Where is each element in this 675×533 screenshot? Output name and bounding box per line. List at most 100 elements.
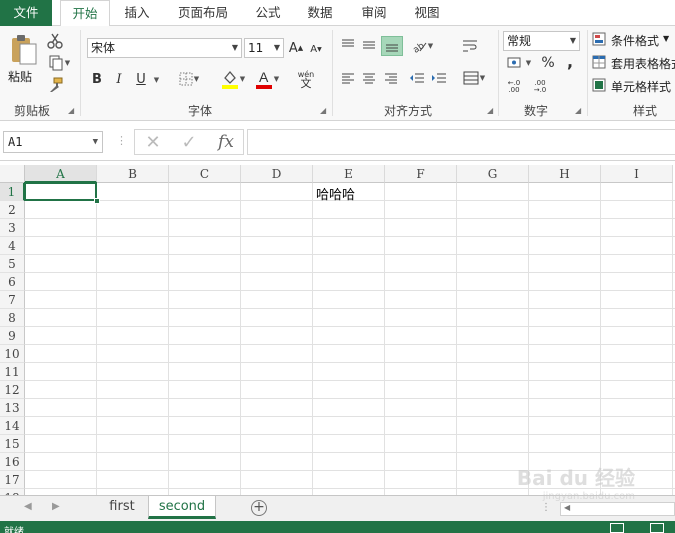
- formula-input[interactable]: [247, 129, 675, 155]
- horizontal-scrollbar[interactable]: ◀: [560, 502, 675, 516]
- align-right-icon[interactable]: [383, 71, 399, 85]
- previous-sheet-icon[interactable]: ◀: [24, 501, 32, 512]
- cell-styles-icon[interactable]: [592, 78, 606, 92]
- row-header-15[interactable]: 15: [0, 435, 25, 453]
- underline-button[interactable]: U: [133, 70, 149, 88]
- row-header-8[interactable]: 8: [0, 309, 25, 327]
- cell-styles-button[interactable]: 单元格样式: [611, 78, 675, 95]
- phonetic-guide-icon[interactable]: wén 文: [294, 68, 318, 90]
- column-header-d[interactable]: D: [241, 165, 313, 183]
- merge-center-icon[interactable]: ▼: [459, 69, 489, 87]
- wrap-text-icon[interactable]: [461, 36, 479, 56]
- column-header-g[interactable]: G: [457, 165, 529, 183]
- normal-view-icon[interactable]: [610, 523, 624, 533]
- spreadsheet-grid[interactable]: ABCDEFGHI123456789101112131415161718哈哈哈: [0, 161, 675, 495]
- tab-file[interactable]: 文件: [0, 0, 52, 26]
- column-header-e[interactable]: E: [313, 165, 385, 183]
- tab-data[interactable]: 数据: [298, 0, 342, 26]
- scroll-left-icon[interactable]: ◀: [564, 503, 570, 512]
- align-bottom-icon[interactable]: [381, 36, 403, 56]
- italic-button[interactable]: I: [111, 70, 127, 88]
- add-sheet-icon[interactable]: +: [251, 500, 267, 516]
- align-middle-icon[interactable]: [361, 38, 377, 52]
- column-header-b[interactable]: B: [97, 165, 169, 183]
- row-header-11[interactable]: 11: [0, 363, 25, 381]
- row-header-3[interactable]: 3: [0, 219, 25, 237]
- insert-function-button[interactable]: fx: [215, 132, 237, 152]
- page-layout-view-icon[interactable]: [650, 523, 664, 533]
- font-launcher-icon[interactable]: ◢: [320, 106, 326, 115]
- number-format-select[interactable]: 常规 ▼: [503, 31, 580, 51]
- cancel-icon[interactable]: ✕: [143, 132, 163, 153]
- percent-style-button[interactable]: %: [540, 54, 556, 72]
- row-header-17[interactable]: 17: [0, 471, 25, 489]
- row-header-12[interactable]: 12: [0, 381, 25, 399]
- select-all-corner[interactable]: [0, 165, 25, 183]
- format-as-table-icon[interactable]: [592, 55, 606, 69]
- row-header-9[interactable]: 9: [0, 327, 25, 345]
- fill-color-icon[interactable]: ▼: [218, 68, 248, 90]
- conditional-formatting-icon[interactable]: [592, 32, 606, 46]
- increase-indent-icon[interactable]: [430, 71, 448, 85]
- row-header-2[interactable]: 2: [0, 201, 25, 219]
- row-header-16[interactable]: 16: [0, 453, 25, 471]
- bold-button[interactable]: B: [89, 70, 105, 88]
- sheet-tab-first[interactable]: first: [98, 496, 146, 519]
- name-box[interactable]: A1 ▼: [3, 131, 103, 153]
- align-left-icon[interactable]: [340, 71, 356, 85]
- row-header-1[interactable]: 1: [0, 183, 25, 201]
- column-header-c[interactable]: C: [169, 165, 241, 183]
- font-color-icon[interactable]: A ▼: [252, 68, 282, 90]
- decrease-indent-icon[interactable]: [408, 71, 426, 85]
- borders-icon[interactable]: ▼: [174, 70, 204, 88]
- column-header-a[interactable]: A: [25, 165, 97, 183]
- more-options-icon[interactable]: ⋮: [541, 502, 551, 513]
- row-header-4[interactable]: 4: [0, 237, 25, 255]
- format-painter-icon[interactable]: [46, 76, 64, 94]
- row-header-7[interactable]: 7: [0, 291, 25, 309]
- row-header-5[interactable]: 5: [0, 255, 25, 273]
- tab-insert[interactable]: 插入: [114, 0, 160, 26]
- cell-e1[interactable]: 哈哈哈: [316, 184, 355, 203]
- format-as-table-button[interactable]: 套用表格格式: [611, 55, 675, 72]
- chevron-down-icon[interactable]: ▼: [150, 72, 162, 88]
- font-size-select[interactable]: 11 ▼: [244, 38, 284, 58]
- align-top-icon[interactable]: [340, 38, 356, 52]
- tab-view[interactable]: 视图: [404, 0, 450, 26]
- row-header-14[interactable]: 14: [0, 417, 25, 435]
- fill-handle[interactable]: [94, 198, 100, 204]
- copy-icon[interactable]: ▼: [44, 54, 74, 72]
- active-cell-a1[interactable]: [24, 182, 97, 201]
- column-header-i[interactable]: I: [601, 165, 673, 183]
- chevron-down-icon[interactable]: ▼: [663, 34, 669, 43]
- paste-icon[interactable]: [6, 32, 40, 68]
- conditional-formatting-button[interactable]: 条件格式: [611, 32, 659, 49]
- alignment-launcher-icon[interactable]: ◢: [487, 106, 493, 115]
- increase-decimal-icon[interactable]: ←.0.00: [504, 78, 524, 96]
- column-header-f[interactable]: F: [385, 165, 457, 183]
- tab-page-layout[interactable]: 页面布局: [168, 0, 238, 26]
- row-header-13[interactable]: 13: [0, 399, 25, 417]
- paste-button-label[interactable]: 粘贴: [8, 68, 32, 85]
- clipboard-launcher-icon[interactable]: ◢: [68, 106, 74, 115]
- column-header-h[interactable]: H: [529, 165, 601, 183]
- comma-style-button[interactable]: ,: [564, 52, 576, 71]
- font-name-select[interactable]: 宋体 ▼: [87, 38, 242, 58]
- sheet-tab-second[interactable]: second: [148, 496, 216, 519]
- more-options-icon[interactable]: ⋮: [116, 134, 127, 147]
- cut-icon[interactable]: [46, 32, 64, 50]
- orientation-icon[interactable]: ab ▼: [408, 36, 436, 56]
- decrease-font-size-icon[interactable]: A ▼: [308, 41, 324, 57]
- accounting-format-icon[interactable]: ▼: [504, 54, 534, 72]
- tab-home[interactable]: 开始: [60, 0, 110, 27]
- row-header-6[interactable]: 6: [0, 273, 25, 291]
- decrease-decimal-icon[interactable]: .00 →.0: [530, 78, 550, 96]
- enter-icon[interactable]: ✓: [179, 132, 199, 153]
- align-center-icon[interactable]: [361, 71, 377, 85]
- tab-review[interactable]: 审阅: [350, 0, 398, 26]
- number-launcher-icon[interactable]: ◢: [575, 106, 581, 115]
- tab-formulas[interactable]: 公式: [246, 0, 290, 26]
- increase-font-size-icon[interactable]: A ▲: [288, 39, 304, 57]
- row-header-10[interactable]: 10: [0, 345, 25, 363]
- next-sheet-icon[interactable]: ▶: [52, 501, 60, 512]
